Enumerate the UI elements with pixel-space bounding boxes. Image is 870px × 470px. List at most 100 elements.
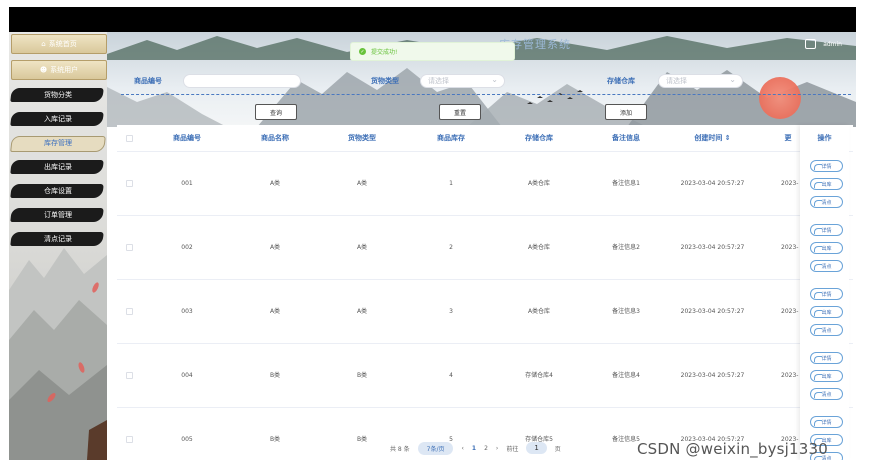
col-remark[interactable]: 备注信息 xyxy=(596,125,656,152)
outbound-button[interactable]: 出库 xyxy=(810,306,843,318)
col-product-name[interactable]: 商品名称 xyxy=(245,125,305,152)
goods-type-select[interactable]: 请选择 xyxy=(420,74,505,88)
sidebar-item-outbound[interactable]: 出库记录 xyxy=(9,158,107,176)
page-1-button[interactable]: 1 xyxy=(472,445,476,452)
page-suffix: 页 xyxy=(554,445,561,453)
sidebar-item-inventory[interactable]: 库存管理 xyxy=(9,134,107,152)
next-page-button[interactable]: › xyxy=(496,445,498,452)
table-cell: 备注信息2 xyxy=(612,244,640,251)
table-cell: 2023- xyxy=(781,308,799,315)
page-size-select[interactable]: 7条/页 xyxy=(417,441,454,455)
sidebar-mountain-decoration xyxy=(9,248,107,460)
table-cell: 005 xyxy=(181,436,193,443)
table-cell: 2023-03-04 20:57:27 xyxy=(680,372,745,379)
goto-page-input[interactable]: 1 xyxy=(526,442,547,454)
col-goods-type[interactable]: 货物类型 xyxy=(332,125,392,152)
col-stock[interactable]: 商品库存 xyxy=(421,125,481,152)
product-no-input[interactable] xyxy=(183,74,301,88)
filter-divider xyxy=(121,94,851,95)
row-checkbox[interactable] xyxy=(126,308,133,315)
user-name[interactable]: admin xyxy=(823,41,842,48)
table-cell: 002 xyxy=(181,244,193,251)
table-cell: 2023-03-04 20:57:27 xyxy=(680,244,745,251)
stocktake-button[interactable]: 清点 xyxy=(810,324,843,336)
query-button[interactable]: 查询 xyxy=(255,104,297,120)
reset-button[interactable]: 重置 xyxy=(439,104,481,120)
users-icon: ☻ xyxy=(39,66,48,74)
col-product-no[interactable]: 商品编号 xyxy=(157,125,217,152)
table-cell: A类 xyxy=(269,308,281,315)
home-icon: ⌂ xyxy=(41,40,46,48)
table-row: 002 A类 A类 2 A类仓库 备注信息2 2023-03-04 20:57:27 2023… xyxy=(117,216,853,280)
table-cell: 2023-03-04 20:57:27 xyxy=(680,308,745,315)
col-updated-time[interactable]: 更 xyxy=(781,125,795,152)
sidebar-item-orders[interactable]: 订单管理 xyxy=(9,206,107,224)
table-cell: A类 xyxy=(356,180,368,187)
total-count: 共 8 条 xyxy=(390,445,410,453)
table-row: 001 A类 A类 1 A类仓库 备注信息1 2023-03-04 20:57:27 2023… xyxy=(117,152,853,216)
table-cell: 存储仓库4 xyxy=(525,372,553,379)
table-row: 003 A类 A类 3 A类仓库 备注信息3 2023-03-04 20:57:27 2023… xyxy=(117,280,853,344)
stocktake-button[interactable]: 清点 xyxy=(810,388,843,400)
main-area: 库存管理系统 admin ✓ 提交成功! 商品编号 货物类型 请选择 存储仓库 … xyxy=(107,32,856,460)
red-sun-decoration xyxy=(759,77,801,119)
table-cell: 2 xyxy=(449,244,453,251)
table-cell: 4 xyxy=(449,372,453,379)
product-no-label: 商品编号 xyxy=(134,77,162,85)
sidebar-item-warehouse[interactable]: 仓库设置 xyxy=(9,182,107,200)
table-cell: B类 xyxy=(269,436,281,443)
table-cell: A类 xyxy=(269,180,281,187)
check-circle-icon: ✓ xyxy=(359,48,366,55)
table-cell: 004 xyxy=(181,372,193,379)
product-no-field[interactable] xyxy=(191,78,300,85)
table-cell: A类仓库 xyxy=(527,244,551,251)
pagination: 共 8 条 7条/页 ‹ 1 2 › 前往 1 页 xyxy=(390,440,561,456)
sidebar-item-users[interactable]: ☻ 系统用户 xyxy=(11,60,107,80)
table-cell: 2023- xyxy=(781,180,799,187)
table-cell: B类 xyxy=(356,436,368,443)
row-checkbox[interactable] xyxy=(126,244,133,251)
table-cell: A类仓库 xyxy=(527,308,551,315)
detail-button[interactable]: 详情 xyxy=(810,352,843,364)
sidebar-item-home[interactable]: ⌂ 系统首页 xyxy=(11,34,107,54)
top-black-bar xyxy=(9,7,856,32)
row-checkbox[interactable] xyxy=(126,180,133,187)
add-button[interactable]: 添加 xyxy=(605,104,647,120)
detail-button[interactable]: 详情 xyxy=(810,416,843,428)
table-cell: 备注信息3 xyxy=(612,308,640,315)
sidebar: ⌂ 系统首页 ☻ 系统用户 货物分类 入库记录 库存管理 出库记录 仓库设置 订… xyxy=(9,32,107,460)
table-cell: B类 xyxy=(356,372,368,379)
table-cell: 003 xyxy=(181,308,193,315)
col-created-time[interactable]: 创建时间 ⇕ xyxy=(675,125,750,152)
col-warehouse[interactable]: 存储仓库 xyxy=(509,125,569,152)
select-all-checkbox[interactable] xyxy=(126,135,133,142)
table-cell: 001 xyxy=(181,180,193,187)
table-cell: 2023- xyxy=(781,372,799,379)
image-icon[interactable] xyxy=(805,39,816,49)
sidebar-item-stocktake[interactable]: 清点记录 xyxy=(9,230,107,248)
warehouse-label: 存储仓库 xyxy=(607,77,635,85)
stocktake-button[interactable]: 清点 xyxy=(810,196,843,208)
outbound-button[interactable]: 出库 xyxy=(810,370,843,382)
inventory-table: 商品编号 商品名称 货物类型 商品库存 存储仓库 备注信息 创建时间 ⇕ 更 0… xyxy=(117,125,853,460)
goto-label: 前往 xyxy=(506,445,519,453)
warehouse-select[interactable]: 请选择 xyxy=(658,74,743,88)
detail-button[interactable]: 详情 xyxy=(810,288,843,300)
stocktake-button[interactable]: 清点 xyxy=(810,260,843,272)
table-cell: A类 xyxy=(356,308,368,315)
detail-button[interactable]: 详情 xyxy=(810,160,843,172)
page-2-button[interactable]: 2 xyxy=(484,445,488,452)
outbound-button[interactable]: 出库 xyxy=(810,242,843,254)
row-checkbox[interactable] xyxy=(126,436,133,443)
prev-page-button[interactable]: ‹ xyxy=(461,445,463,452)
table-cell: A类 xyxy=(356,244,368,251)
row-checkbox[interactable] xyxy=(126,372,133,379)
sidebar-item-goods-category[interactable]: 货物分类 xyxy=(9,86,107,104)
table-cell: 备注信息1 xyxy=(612,180,640,187)
col-operation: 操作 xyxy=(817,134,832,142)
detail-button[interactable]: 详情 xyxy=(810,224,843,236)
sidebar-item-inbound[interactable]: 入库记录 xyxy=(9,110,107,128)
outbound-button[interactable]: 出库 xyxy=(810,178,843,190)
operation-column: 操作 详情 出库 清点 详情 出库 清点 详情 出库 清点 详情 出库 清点 详情 出库 清点 xyxy=(800,125,849,460)
table-header: 商品编号 商品名称 货物类型 商品库存 存储仓库 备注信息 创建时间 ⇕ 更 xyxy=(117,125,853,152)
